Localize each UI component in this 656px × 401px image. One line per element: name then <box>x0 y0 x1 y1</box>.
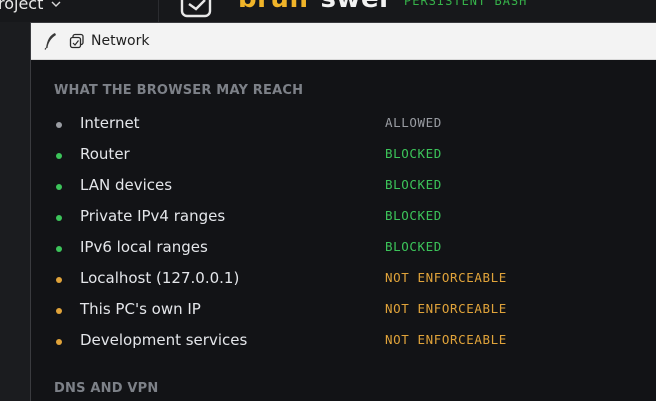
brand-name: bruh swer <box>238 0 392 14</box>
status-dot-icon <box>56 308 62 314</box>
reach-list-item: Router BLOCKED <box>54 145 656 176</box>
reach-list-item: Development services NOT ENFORCEABLE <box>54 331 656 362</box>
status-dot-icon <box>56 215 62 221</box>
network-window: Network WHAT THE BROWSER MAY REACH Inter… <box>30 22 656 401</box>
window-title: Network <box>91 33 150 49</box>
status-dot-icon <box>56 153 62 159</box>
reach-item-status: NOT ENFORCEABLE <box>385 270 507 285</box>
reach-item-status: BLOCKED <box>385 177 442 192</box>
network-panel-icon <box>69 33 84 49</box>
chevron-down-icon <box>51 1 61 7</box>
brand-name-part1: bruh <box>238 0 308 14</box>
reach-list-item: Private IPv4 ranges BLOCKED <box>54 207 656 238</box>
reach-item-status: BLOCKED <box>385 146 442 161</box>
status-dot-icon <box>56 339 62 345</box>
reach-list-item: Localhost (127.0.0.1) NOT ENFORCEABLE <box>54 269 656 300</box>
reach-item-label: This PC's own IP <box>80 300 201 318</box>
reach-item-label: Internet <box>80 114 140 132</box>
network-content: WHAT THE BROWSER MAY REACH Internet ALLOW… <box>31 83 656 362</box>
reach-item-status: NOT ENFORCEABLE <box>385 301 507 316</box>
reach-item-label: LAN devices <box>80 176 173 194</box>
reach-item-label: Localhost (127.0.0.1) <box>80 269 240 287</box>
project-selector-label: roject <box>0 0 44 13</box>
window-titlebar[interactable]: Network <box>31 23 656 60</box>
feather-icon <box>44 33 56 50</box>
reach-list: Internet ALLOWED Router BLOCKED LAN devices B… <box>54 114 656 362</box>
reach-list-item: LAN devices BLOCKED <box>54 176 656 207</box>
reach-item-label: Private IPv4 ranges <box>80 207 226 225</box>
reach-item-label: IPv6 local ranges <box>80 238 208 256</box>
reach-item-label: Router <box>80 145 130 163</box>
reach-list-item: Internet ALLOWED <box>54 114 656 145</box>
status-dot-icon <box>56 122 62 128</box>
reach-item-status: BLOCKED <box>385 239 442 254</box>
reach-item-label: Development services <box>80 331 248 349</box>
reach-list-item: This PC's own IP NOT ENFORCEABLE <box>54 300 656 331</box>
status-dot-icon <box>56 246 62 252</box>
reach-section-heading: WHAT THE BROWSER MAY REACH <box>54 83 304 98</box>
reach-item-status: ALLOWED <box>385 115 442 130</box>
dns-vpn-section-heading: DNS AND VPN <box>54 381 159 396</box>
brand-logo-icon <box>180 0 212 18</box>
brand-name-part2: swer <box>320 0 392 14</box>
status-dot-icon <box>56 184 62 190</box>
project-selector[interactable]: roject <box>0 0 61 13</box>
reach-item-status: BLOCKED <box>385 208 442 223</box>
header-divider <box>158 0 159 22</box>
reach-list-item: IPv6 local ranges BLOCKED <box>54 238 656 269</box>
status-dot-icon <box>56 277 62 283</box>
persistent-bash-badge: PERSISTENT BASH <box>404 0 528 8</box>
reach-item-status: NOT ENFORCEABLE <box>385 332 507 347</box>
